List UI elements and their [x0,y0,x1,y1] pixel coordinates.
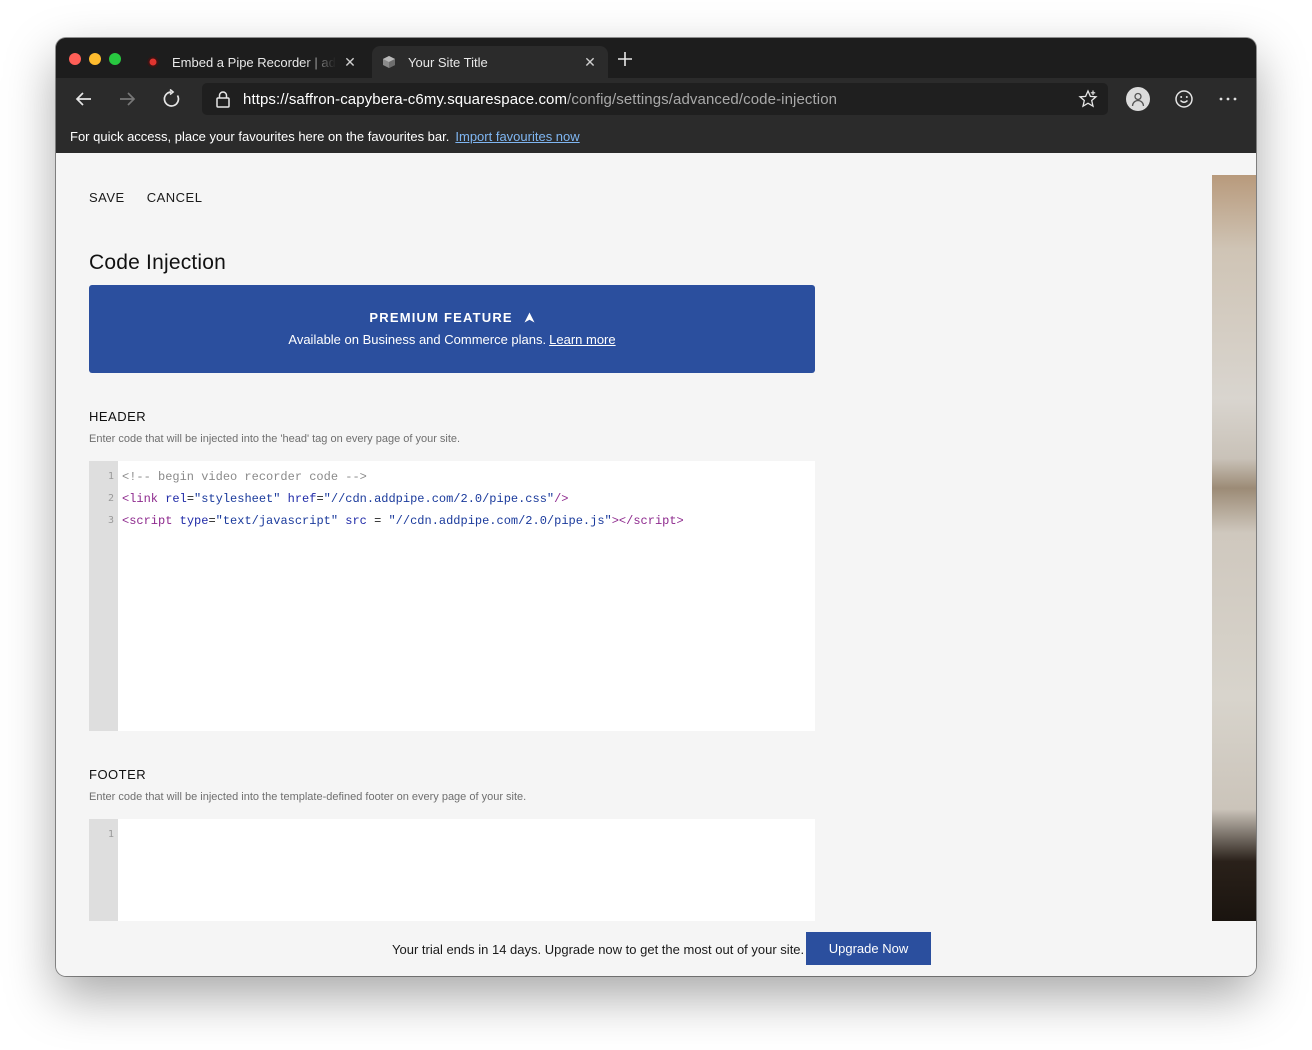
favourites-hint: For quick access, place your favourites … [70,129,450,144]
top-actions: SAVE CANCEL [89,190,202,205]
tab-your-site[interactable]: Your Site Title ✕ [372,46,608,78]
line-number-gutter: 1 [89,819,118,921]
premium-title: PREMIUM FEATURE [369,310,513,325]
premium-subtitle-row: Available on Business and Commerce plans… [89,332,815,347]
tab-strip: Embed a Pipe Recorder | addpipe ✕ Your S… [56,38,1256,78]
url-path: /config/settings/advanced/code-injection [567,90,838,108]
line-number-gutter: 1 2 3 [89,461,118,731]
trial-message: Your trial ends in 14 days. Upgrade now … [392,942,805,957]
learn-more-link[interactable]: Learn more [549,332,615,347]
line-number: 1 [107,829,114,840]
line-number: 2 [107,493,114,504]
line-number: 3 [107,515,114,526]
address-bar[interactable]: https://saffron-capybera-c6my.squarespac… [202,83,1108,115]
minimize-window-button[interactable] [89,53,101,65]
back-arrow-icon[interactable] [71,86,97,112]
header-code-editor[interactable]: 1 2 3 <!-- begin video recorder code -->… [89,461,815,731]
page-title: Code Injection [89,251,227,274]
premium-subtitle: Available on Business and Commerce plans… [288,332,547,347]
refresh-icon[interactable] [159,86,185,112]
page-content: SAVE CANCEL Code Injection PREMIUM FEATU… [56,153,1256,976]
squarespace-cube-icon [382,55,396,69]
save-button[interactable]: SAVE [89,190,125,205]
premium-feature-banner: PREMIUM FEATURE Available on Business an… [89,285,815,373]
code-line: <!-- begin video recorder code --> [122,470,367,484]
cancel-button[interactable]: CANCEL [147,190,203,205]
profile-avatar-icon[interactable] [1126,87,1150,111]
premium-title-row: PREMIUM FEATURE [89,310,815,326]
record-dot-icon [146,55,160,69]
new-tab-plus-icon[interactable] [616,50,634,68]
import-favourites-link[interactable]: Import favourites now [455,129,579,144]
url-host: https://saffron-capybera-c6my.squarespac… [243,90,568,108]
close-tab-icon[interactable]: ✕ [582,54,598,70]
favourites-bar: For quick access, place your favourites … [56,120,1256,153]
footer-section-description: Enter code that will be injected into th… [89,791,527,803]
site-preview-image [1212,175,1256,921]
browser-window: Embed a Pipe Recorder | addpipe ✕ Your S… [56,38,1256,976]
code-line: <script type="text/javascript" src = "//… [122,514,684,528]
footer-section-label: FOOTER [89,767,147,782]
feedback-smiley-icon[interactable] [1173,88,1195,110]
tab-title: Embed a Pipe Recorder | addpipe [172,54,336,70]
upgrade-now-button[interactable]: Upgrade Now [806,932,931,965]
footer-code-editor[interactable]: 1 [89,819,815,921]
tab-title: Your Site Title [408,54,488,70]
code-line: <link rel="stylesheet" href="//cdn.addpi… [122,492,569,506]
line-number: 1 [107,471,114,482]
header-section-description: Enter code that will be injected into th… [89,433,461,445]
url-text: https://saffron-capybera-c6my.squarespac… [243,91,837,108]
close-tab-icon[interactable]: ✕ [342,54,358,70]
header-section-label: HEADER [89,409,147,424]
favourite-star-icon[interactable] [1078,89,1098,109]
close-window-button[interactable] [69,53,81,65]
lock-icon [215,90,231,108]
zoom-window-button[interactable] [109,53,121,65]
tab-addpipe[interactable]: Embed a Pipe Recorder | addpipe ✕ [136,46,368,78]
forward-arrow-icon[interactable] [114,86,140,112]
trial-bar: Your trial ends in 14 days. Upgrade now … [56,921,1256,976]
navigation-toolbar: https://saffron-capybera-c6my.squarespac… [56,78,1256,120]
more-options-icon[interactable] [1216,87,1240,111]
premium-up-arrow-icon [524,311,535,326]
